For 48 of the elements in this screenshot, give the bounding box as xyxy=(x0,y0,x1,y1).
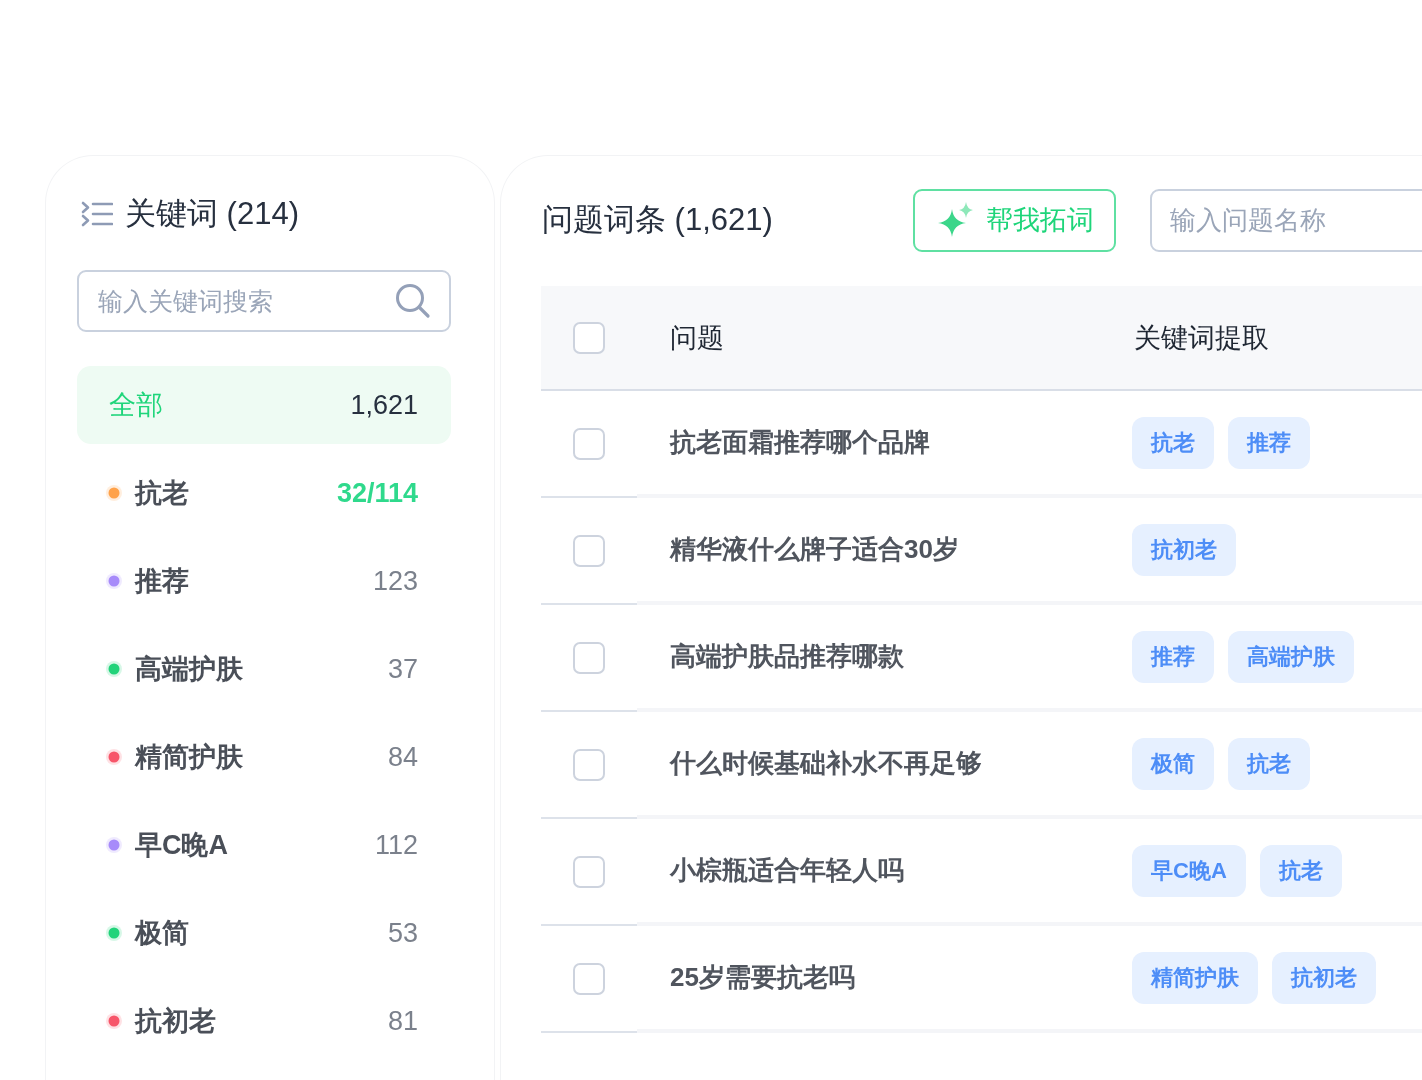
keyword-count: 123 xyxy=(372,565,418,597)
keyword-count: 84 xyxy=(387,741,418,773)
question-search-field[interactable]: 输入问题名称 xyxy=(1150,188,1422,252)
keyword-count: 112 xyxy=(374,829,418,861)
keyword-tag: 推荐 xyxy=(1228,416,1310,469)
row-checkbox[interactable] xyxy=(573,427,605,460)
search-icon[interactable] xyxy=(395,283,431,319)
question-cell-text: 25岁需要抗老吗 xyxy=(670,961,855,994)
keyword-tag: 抗初老 xyxy=(1272,951,1376,1004)
keyword-tag: 极简 xyxy=(1132,737,1214,790)
keyword-count: 1,621 xyxy=(350,389,418,421)
keyword-filter-item[interactable]: 抗初老 81 xyxy=(77,982,451,1060)
keyword-tag: 推荐 xyxy=(1132,630,1214,683)
question-cell-text: 小棕瓶适合年轻人吗 xyxy=(670,854,904,887)
question-cell-text: 精华液什么牌子适合30岁 xyxy=(670,533,959,566)
select-all-checkbox[interactable] xyxy=(573,321,605,354)
keyword-tag: 抗老 xyxy=(1228,737,1310,790)
keyword-filter-item[interactable]: 推荐 123 xyxy=(77,542,451,620)
keyword-tag: 抗老 xyxy=(1259,844,1342,897)
panel-title: 关键词 (214) xyxy=(125,195,299,233)
search-field[interactable]: 输入关键词搜索 xyxy=(77,270,451,332)
keyword-filter-item[interactable]: 全部 1,621 xyxy=(77,366,451,444)
keyword-filter-item[interactable]: 精简护肤 84 xyxy=(77,718,451,796)
row-checkbox[interactable] xyxy=(573,962,605,995)
keyword-count: 32/114 xyxy=(336,477,418,509)
keyword-tag: 高端护肤 xyxy=(1228,630,1354,683)
keyword-count: 81 xyxy=(387,1005,418,1037)
keyword-count: 37 xyxy=(387,653,418,685)
row-checkbox[interactable] xyxy=(573,855,605,888)
keyword-tag: 抗初老 xyxy=(1132,523,1236,576)
question-cell-text: 什么时候基础补水不再足够 xyxy=(670,747,982,780)
question-cell-text: 高端护肤品推荐哪款 xyxy=(670,640,904,673)
keyword-tag: 抗老 xyxy=(1132,416,1214,469)
row-checkbox[interactable] xyxy=(573,641,605,674)
column-header: 关键词提取 xyxy=(1134,321,1269,355)
column-header: 问题 xyxy=(670,321,724,355)
question-cell-text: 抗老面霜推荐哪个品牌 xyxy=(670,426,930,459)
keyword-filter-item[interactable]: 高端护肤 37 xyxy=(77,630,451,708)
keyword-tag: 精简护肤 xyxy=(1132,951,1258,1004)
keyword-filter-item[interactable]: 早C晚A 112 xyxy=(77,806,451,884)
list-collapse-icon[interactable] xyxy=(81,201,113,227)
row-checkbox[interactable] xyxy=(573,534,605,567)
keyword-count: 53 xyxy=(387,917,418,949)
keyword-filter-item[interactable]: 抗老 32/114 xyxy=(77,454,451,532)
keyword-tag: 早C晚A xyxy=(1132,844,1246,897)
keyword-filter-item[interactable]: 极简 53 xyxy=(77,894,451,972)
row-checkbox[interactable] xyxy=(573,748,605,781)
panel-title: 问题词条 (1,621) xyxy=(542,201,773,239)
